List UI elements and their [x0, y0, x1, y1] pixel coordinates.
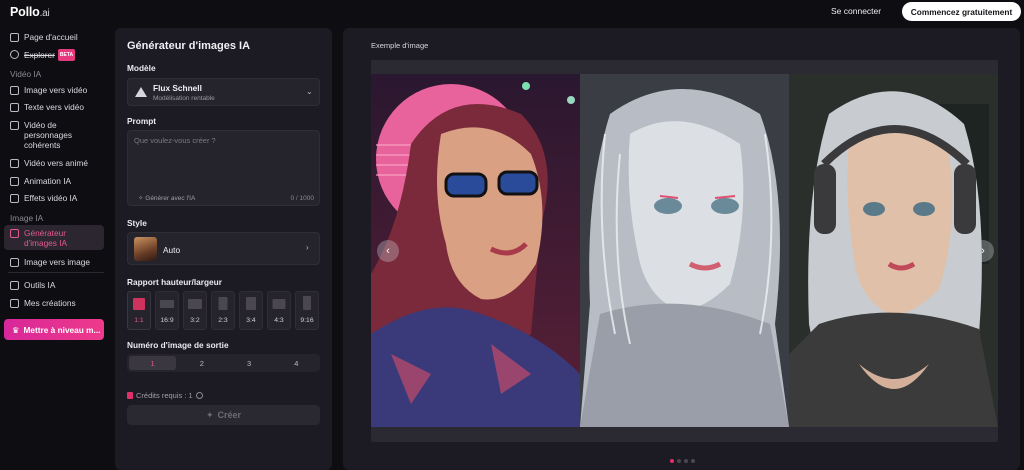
ratio-option[interactable]: 4:3	[267, 291, 291, 330]
chevron-right-icon: ›	[981, 245, 985, 257]
ratio-shape	[160, 300, 174, 308]
ratio-option[interactable]: 3:2	[183, 291, 207, 330]
output-count-selector: 1 2 3 4	[127, 354, 320, 372]
ratio-shape	[188, 299, 202, 309]
sidebar-item-video-to-anime[interactable]: Vidéo vers animé	[4, 155, 104, 171]
compass-icon	[10, 49, 19, 59]
prompt-input[interactable]: Que voulez-vous créer ? ✧ Générer avec l…	[127, 130, 320, 206]
style-thumbnail	[134, 237, 157, 261]
example-title: Exemple d'image	[371, 41, 429, 50]
ratio-option[interactable]: 1:1	[127, 291, 151, 330]
ratio-shape	[218, 297, 228, 310]
carousel-prev-button[interactable]: ‹	[377, 240, 399, 262]
signin-link[interactable]: Se connecter	[831, 6, 881, 16]
ratio-option[interactable]: 9:16	[295, 291, 319, 330]
animation-icon	[10, 176, 19, 186]
info-icon[interactable]	[195, 392, 203, 399]
sidebar-item-ai-tools[interactable]: Outils IA	[4, 277, 104, 293]
model-label: Modèle	[127, 63, 156, 73]
ratio-option[interactable]: 3:4	[239, 291, 263, 330]
ratio-shape	[303, 296, 311, 310]
sidebar-item-explore[interactable]: Explorer BETA	[4, 46, 104, 64]
sidebar-item-my-creations[interactable]: Mes créations	[4, 295, 104, 311]
output-option[interactable]: 4	[273, 354, 320, 372]
prompt-label: Prompt	[127, 116, 157, 126]
ratio-shape	[246, 297, 256, 310]
output-option[interactable]: 2	[178, 354, 225, 372]
output-label: Numéro d'image de sortie	[127, 340, 229, 350]
example-image-2	[580, 74, 789, 427]
style-select[interactable]: Auto ›	[127, 232, 320, 265]
carousel-dot[interactable]	[677, 459, 681, 463]
tools-icon	[10, 280, 19, 290]
upgrade-button[interactable]: ♛ Mettre à niveau m...	[4, 319, 104, 340]
section-video: Vidéo IA	[10, 69, 42, 79]
generator-panel: Générateur d'images IA Modèle Flux Schne…	[115, 28, 332, 470]
sidebar-item-consistent-character[interactable]: Vidéo de personnages cohérents	[4, 117, 104, 153]
logo[interactable]: Pollo.ai	[10, 5, 50, 19]
generate-with-ai-button[interactable]: ✧ Générer avec l'IA	[138, 194, 195, 202]
example-image-1	[371, 74, 580, 427]
image-video-icon	[10, 85, 19, 95]
flux-logo-icon	[135, 87, 147, 97]
sidebar-item-image-generator[interactable]: Générateur d'images IA	[4, 225, 104, 250]
top-bar: Pollo.ai Se connecter Commencez gratuite…	[0, 0, 1024, 24]
credits-required: Crédits requis : 1	[127, 391, 203, 400]
carousel-dot[interactable]	[691, 459, 695, 463]
output-option[interactable]: 3	[226, 354, 273, 372]
ratio-shape	[133, 298, 145, 310]
anime-icon	[10, 158, 19, 168]
chevron-down-icon: ⌄	[306, 87, 313, 96]
example-carousel: ‹ ›	[371, 60, 998, 442]
prompt-placeholder: Que voulez-vous créer ?	[134, 136, 216, 145]
sidebar: Page d'accueil Explorer BETA Vidéo IA Ima…	[0, 26, 112, 470]
credit-icon	[127, 392, 133, 399]
model-name: Flux Schnell	[153, 83, 202, 93]
chevron-right-icon: ›	[306, 243, 309, 252]
start-free-button[interactable]: Commencez gratuitement	[902, 2, 1021, 21]
carousel-next-button[interactable]: ›	[972, 240, 994, 262]
ratio-shape	[272, 299, 286, 309]
text-video-icon	[10, 102, 19, 112]
folder-icon	[10, 298, 19, 308]
ratio-option[interactable]: 2:3	[211, 291, 235, 330]
sidebar-item-ai-animation[interactable]: Animation IA	[4, 173, 104, 189]
output-option[interactable]: 1	[129, 356, 177, 370]
sidebar-item-text-to-video[interactable]: Texte vers vidéo	[4, 99, 104, 115]
create-button[interactable]: ✦ Créer	[127, 405, 320, 425]
effects-icon	[10, 193, 19, 203]
chevron-left-icon: ‹	[386, 245, 390, 257]
ratio-option[interactable]: 16:9	[155, 291, 179, 330]
character-icon	[10, 120, 19, 130]
sidebar-item-home[interactable]: Page d'accueil	[4, 29, 104, 45]
section-image: Image IA	[10, 213, 44, 223]
sidebar-item-video-effects[interactable]: Effets vidéo IA	[4, 190, 104, 206]
carousel-dot[interactable]	[670, 459, 674, 463]
example-panel: Exemple d'image ‹ ›	[343, 28, 1020, 470]
char-counter: 0 / 1000	[290, 195, 315, 202]
model-subtitle: Modélisation rentable	[153, 95, 215, 102]
carousel-pagination	[670, 459, 695, 463]
ratio-label: Rapport hauteur/largeur	[127, 277, 222, 287]
image-generator-icon	[10, 228, 19, 238]
model-select[interactable]: Flux Schnell Modélisation rentable ⌄	[127, 78, 320, 106]
example-image-3	[789, 74, 998, 427]
crown-icon: ♛	[12, 324, 20, 335]
image-to-image-icon	[10, 257, 19, 267]
style-label: Style	[127, 218, 147, 228]
sidebar-item-image-to-video[interactable]: Image vers vidéo	[4, 82, 104, 98]
sidebar-item-image-to-image[interactable]: Image vers image	[4, 254, 104, 270]
style-value: Auto	[163, 245, 181, 255]
divider	[8, 272, 104, 273]
panel-title: Générateur d'images IA	[127, 40, 251, 52]
carousel-dot[interactable]	[684, 459, 688, 463]
home-icon	[10, 32, 19, 42]
beta-badge: BETA	[57, 49, 76, 61]
sparkle-icon: ✦	[205, 409, 214, 420]
